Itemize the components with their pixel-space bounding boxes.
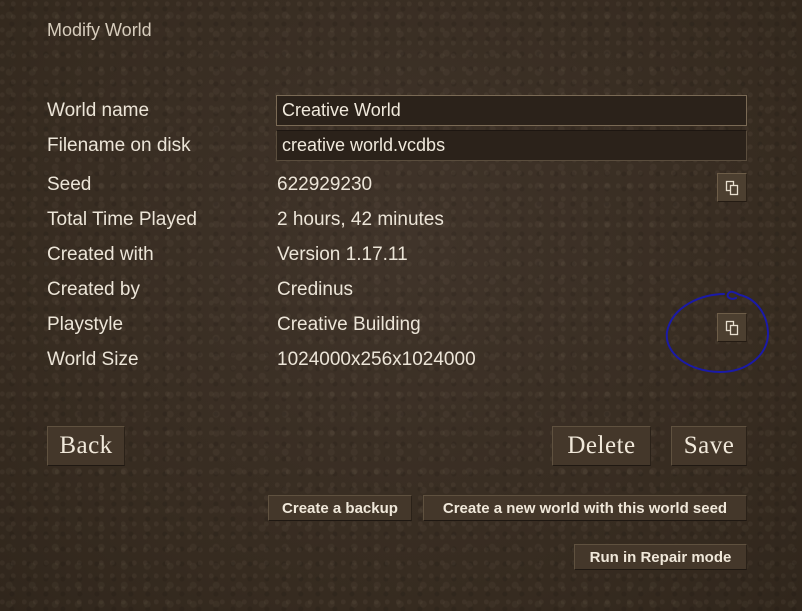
delete-button[interactable]: Delete — [552, 426, 651, 466]
filename-input[interactable] — [276, 130, 747, 161]
time-played-value: 2 hours, 42 minutes — [277, 209, 444, 230]
created-with-value: Version 1.17.11 — [277, 244, 408, 265]
filename-label: Filename on disk — [47, 135, 191, 156]
world-size-value: 1024000x256x1024000 — [277, 349, 476, 370]
save-button[interactable]: Save — [671, 426, 747, 466]
copy-icon — [725, 320, 739, 335]
world-name-input[interactable] — [276, 95, 747, 126]
dialog-title: Modify World — [47, 20, 152, 40]
copy-playstyle-button[interactable] — [717, 313, 747, 342]
copy-icon — [725, 180, 739, 195]
time-played-label: Total Time Played — [47, 209, 197, 230]
playstyle-value: Creative Building — [277, 314, 421, 335]
copy-seed-button[interactable] — [717, 173, 747, 202]
created-by-label: Created by — [47, 279, 140, 300]
seed-value: 622929230 — [277, 174, 373, 195]
world-name-label: World name — [47, 100, 150, 121]
back-button[interactable]: Back — [47, 426, 125, 466]
seed-label: Seed — [47, 174, 92, 195]
created-by-value: Credinus — [277, 279, 354, 300]
repair-mode-button[interactable]: Run in Repair mode — [574, 544, 747, 570]
created-with-label: Created with — [47, 244, 154, 265]
create-backup-button[interactable]: Create a backup — [268, 495, 412, 521]
world-size-label: World Size — [47, 349, 139, 370]
new-world-with-seed-button[interactable]: Create a new world with this world seed — [423, 495, 747, 521]
playstyle-label: Playstyle — [47, 314, 124, 335]
